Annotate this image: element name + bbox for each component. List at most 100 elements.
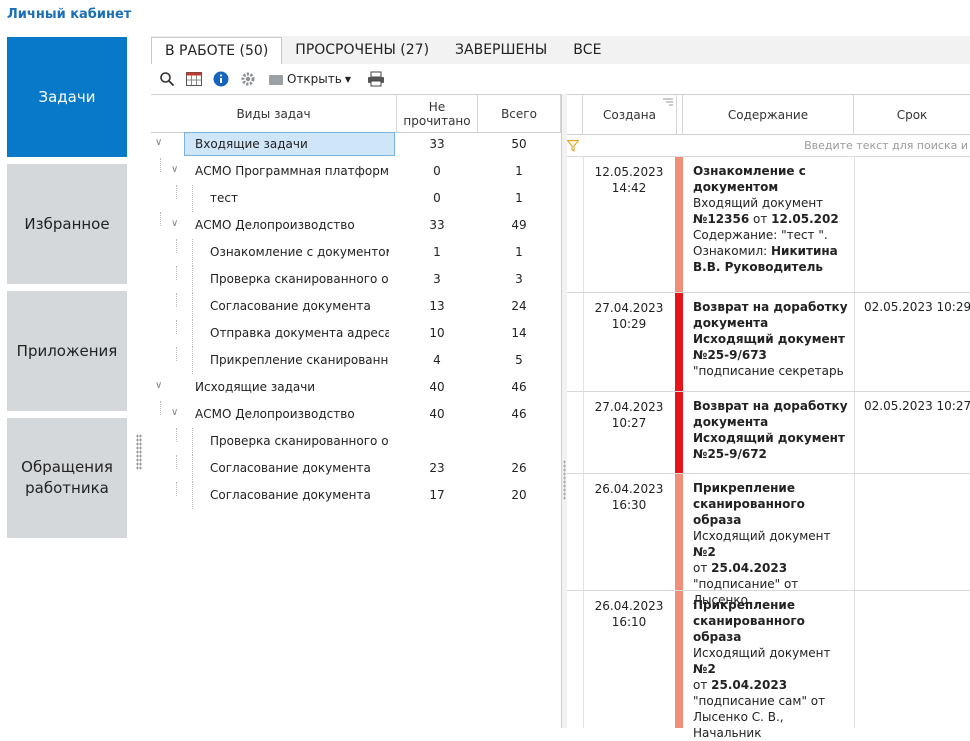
tree-row[interactable]: Согласование документа 23 26 (151, 455, 561, 482)
total-count: 46 (511, 407, 527, 421)
created-cell: 27.04.2023 10:27 (594, 400, 664, 430)
tree-item-label: тест (210, 191, 238, 205)
tab-in-progress[interactable]: В РАБОТЕ (50) (151, 37, 283, 65)
tree-connector (176, 239, 177, 253)
nav-tasks-button[interactable]: Задачи (7, 37, 127, 157)
table-row[interactable]: 12.05.2023 14:42 Ознакомление с документо… (567, 157, 970, 293)
col-created[interactable]: Создана (583, 94, 677, 135)
tree-connector (176, 455, 177, 469)
col-task-types[interactable]: Виды задач (151, 95, 397, 132)
tree-row[interactable]: ∨ Исходящие задачи 40 46 (151, 374, 561, 401)
unread-count: 0 (433, 191, 441, 205)
total-count: 26 (511, 461, 527, 475)
created-cell: 12.05.2023 14:42 (594, 165, 664, 195)
col-deadline[interactable]: Срок (854, 94, 970, 135)
open-label: Открыть (287, 72, 342, 86)
gear-icon[interactable] (237, 68, 259, 90)
tree-row[interactable]: Прикрепление сканированного 4 5 (151, 347, 561, 374)
chevron-down-icon[interactable]: ∨ (171, 407, 178, 418)
total-count: 20 (511, 488, 527, 502)
toolbar: Открыть ▼ (151, 64, 970, 94)
tree-header: Виды задач Не прочитано Всего (151, 94, 561, 133)
print-icon[interactable] (365, 68, 387, 90)
tree-row[interactable]: Согласование документа 13 24 (151, 293, 561, 320)
tree-row[interactable]: Согласование документа 17 20 (151, 482, 561, 509)
unread-count: 13 (429, 299, 445, 313)
tree-row[interactable]: Проверка сканированного обра 3 3 (151, 266, 561, 293)
unread-count: 40 (429, 380, 445, 394)
tree-item-label: Входящие задачи (195, 137, 308, 151)
tree-connector (160, 212, 161, 226)
tab-completed[interactable]: ЗАВЕРШЕНЫ (442, 37, 560, 64)
tree-row[interactable]: ∨ АСМО Программная платформа 0 1 (151, 158, 561, 185)
tree-connector (176, 347, 177, 361)
total-count: 1 (515, 191, 523, 205)
table-settings-icon[interactable] (183, 68, 205, 90)
tree-connector (176, 185, 177, 199)
panel-splitter[interactable] (563, 460, 566, 500)
tree-row[interactable]: ∨ АСМО Делопроизводство 40 46 (151, 401, 561, 428)
total-count: 3 (515, 272, 523, 286)
tree-connector (192, 266, 193, 293)
nav-employee-requests-button[interactable]: Обращения работника (7, 418, 127, 538)
status-bar (675, 591, 683, 728)
content-cell: Возврат на доработку документа Исходящий… (693, 399, 848, 461)
unread-count: 0 (433, 164, 441, 178)
tree-item-label: АСМО Делопроизводство (195, 407, 355, 421)
content-cell: Ознакомление с документом Входящий докум… (693, 164, 839, 274)
status-bar (675, 474, 683, 590)
tree-item-label: АСМО Программная платформа (195, 164, 389, 178)
chevron-down-icon[interactable]: ∨ (155, 380, 162, 391)
col-total[interactable]: Всего (478, 95, 561, 132)
tree-item-label: Согласование документа (210, 488, 371, 502)
unread-count: 33 (429, 137, 445, 151)
search-filter-input[interactable]: Введите текст для поиска и (804, 139, 968, 152)
tree-item-label: Исходящие задачи (195, 380, 316, 394)
tree-item-label: Отправка документа адресату (210, 326, 389, 340)
status-bar (675, 293, 683, 391)
table-row[interactable]: 26.04.2023 16:30 Прикрепление сканированн… (567, 474, 970, 607)
tree-body: ∨ Входящие задачи 33 50 ∨ АСМО Программная пл… (151, 131, 561, 551)
chevron-down-icon[interactable]: ∨ (171, 164, 178, 175)
chevron-down-icon[interactable]: ∨ (155, 137, 162, 148)
deadline-cell: 02.05.2023 10:27 (864, 399, 970, 413)
tree-connector (192, 185, 193, 212)
tree-item-label: Проверка сканированного обра (210, 434, 389, 448)
tree-connector (192, 428, 193, 455)
info-icon[interactable] (210, 68, 232, 90)
tree-row[interactable]: Ознакомление с документом 1 1 (151, 239, 561, 266)
tree-row[interactable]: Отправка документа адресату 10 14 (151, 320, 561, 347)
filter-icon[interactable] (567, 140, 579, 152)
app-title: Личный кабинет (7, 7, 132, 22)
search-icon[interactable] (156, 68, 178, 90)
nav-favorites-button[interactable]: Избранное (7, 164, 127, 284)
tab-all[interactable]: ВСЕ (560, 37, 614, 64)
tree-row[interactable]: ∨ АСМО Делопроизводство 33 49 (151, 212, 561, 239)
tree-item-label: Согласование документа (210, 461, 371, 475)
open-dropdown-button[interactable]: Открыть ▼ (269, 72, 351, 86)
tree-row[interactable]: Проверка сканированного обра (151, 428, 561, 455)
nav-resize-grip[interactable] (136, 434, 142, 470)
tree-row[interactable]: тест 0 1 (151, 185, 561, 212)
tree-connector (160, 158, 161, 172)
table-row[interactable]: 26.04.2023 16:10 Прикрепление сканированн… (567, 591, 970, 740)
tasks-grid: Создана Содержание Срок Введите текст дл… (567, 94, 970, 740)
col-unread[interactable]: Не прочитано (397, 95, 478, 132)
tree-item-label: Прикрепление сканированного (210, 353, 389, 367)
created-cell: 27.04.2023 10:29 (594, 301, 664, 331)
tab-overdue[interactable]: ПРОСРОЧЕНЫ (27) (282, 37, 442, 64)
tree-item-label: Ознакомление с документом (210, 245, 389, 259)
nav-apps-button[interactable]: Приложения (7, 291, 127, 411)
tree-connector (192, 482, 193, 509)
caret-down-icon: ▼ (344, 74, 351, 84)
col-content[interactable]: Содержание (683, 94, 854, 135)
table-row[interactable]: 27.04.2023 10:29 Возврат на доработку док… (567, 293, 970, 392)
tree-row[interactable]: ∨ Входящие задачи 33 50 (151, 131, 561, 158)
unread-count: 40 (429, 407, 445, 421)
table-row[interactable]: 27.04.2023 10:27 Возврат на доработку док… (567, 392, 970, 474)
chevron-down-icon[interactable]: ∨ (171, 218, 178, 229)
content-cell: Прикрепление сканированного образа Исход… (693, 481, 831, 607)
deadline-cell: 02.05.2023 10:29 (864, 300, 970, 314)
total-count: 1 (515, 164, 523, 178)
total-count: 50 (511, 137, 527, 151)
